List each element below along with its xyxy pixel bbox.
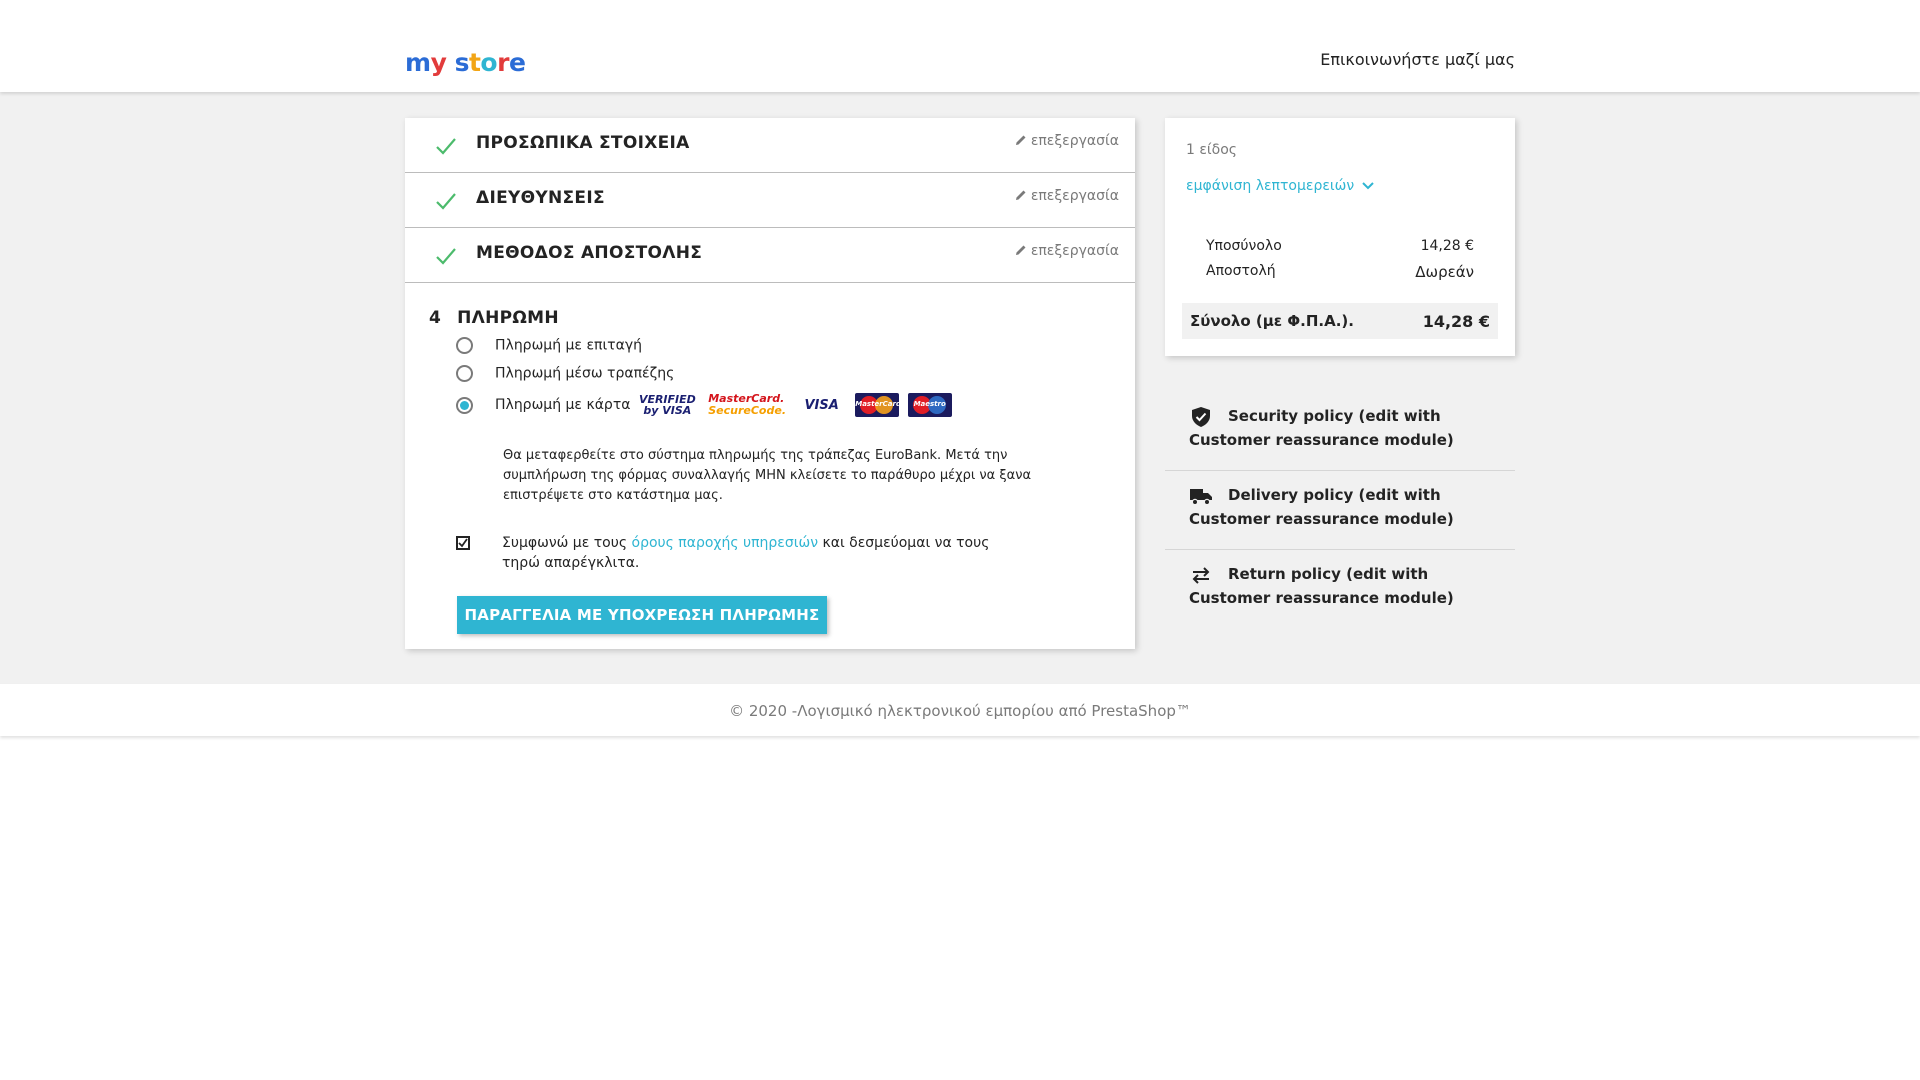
logo-text: MasterCard [855,400,900,408]
edit-label: επεξεργασία [1030,133,1119,149]
step-title: ΜΕΘΟΔΟΣ ΑΠΟΣΤΟΛΗΣ [476,243,703,263]
terms-text: Συμφωνώ με τους όρους παροχής υπηρεσιών … [502,533,1022,573]
payment-option-label: Πληρωμή με επιταγή [495,337,642,354]
mastercard-logo: MasterCard [855,393,900,417]
logo-text: Maestro [913,400,946,408]
terms-of-service-link[interactable]: όρους παροχής υπηρεσιών [632,535,819,551]
logo-letter: y [430,48,447,77]
chevron-down-icon [1362,182,1374,190]
payment-description: Θα μεταφερθείτε στο σύστημα πληρωμής της… [503,448,1032,503]
step-title: ΠΛΗΡΩΜΗ [457,308,559,328]
terms-text-before: Συμφωνώ με τους [502,535,632,551]
maestro-logo: Maestro [907,393,952,417]
step-number: 4 [429,308,442,328]
step-addresses[interactable]: ΔΙΕΥΘΥΝΣΕΙΣ επεξεργασία [405,173,1135,228]
reassurance-text: Delivery policy (edit with Customer reas… [1189,486,1454,528]
store-logo[interactable]: my store [405,48,526,78]
subtotal-value: 14,28 € [1420,238,1474,254]
show-details-label: εμφάνιση λεπτομερειών [1186,178,1355,194]
radio-button-selected[interactable] [456,396,473,414]
logo-letter: t [468,48,481,77]
payment-step-title: 4 ΠΛΗΡΩΜΗ [429,308,559,328]
place-order-button[interactable]: ΠΑΡΑΓΓΕΛΙΑ ΜΕ ΥΠΟΧΡΕΩΣΗ ΠΛΗΡΩΜΗΣ [457,596,827,634]
step-personal-info[interactable]: ΠΡΟΣΩΠΙΚΑ ΣΤΟΙΧΕΙΑ επεξεργασία [405,118,1135,173]
terms-checkbox[interactable] [456,536,470,550]
shipping-line: Αποστολή Δωρεάν [1206,263,1474,281]
payment-option-check[interactable]: Πληρωμή με επιταγή [456,337,642,354]
logo-letter: r [497,48,509,77]
reassurance-item: Return policy (edit with Customer reassu… [1165,550,1515,628]
radio-button[interactable] [456,365,473,382]
step-title: ΠΡΟΣΩΠΙΚΑ ΣΤΟΙΧΕΙΑ [476,133,690,153]
check-icon [436,138,456,155]
edit-link[interactable]: επεξεργασία [1015,133,1119,149]
pencil-icon [1015,245,1026,255]
pencil-icon [1015,190,1026,200]
shipping-value: Δωρεάν [1415,263,1474,281]
checkout-steps: ΠΡΟΣΩΠΙΚΑ ΣΤΟΙΧΕΙΑ επεξεργασία ΔΙΕΥΘΥΝΣΕ… [405,118,1135,649]
card-logos: VERIFIED by VISA MasterCard. SecureCode. V… [639,393,956,417]
step-title: ΔΙΕΥΘΥΝΣΕΙΣ [476,188,605,208]
edit-label: επεξεργασία [1030,243,1119,259]
reassurance-text: Return policy (edit with Customer reassu… [1189,565,1454,607]
total-value: 14,28 € [1422,312,1490,331]
logo-letter: o [480,48,498,77]
step-shipping-method[interactable]: ΜΕΘΟΔΟΣ ΑΠΟΣΤΟΛΗΣ επεξεργασία [405,228,1135,283]
reassurance-item: Security policy (edit with Customer reas… [1165,392,1515,471]
edit-link[interactable]: επεξεργασία [1015,243,1119,259]
logo-letter [446,48,454,77]
logo-letter: m [405,48,431,77]
payment-option-label: Πληρωμή μέσω τραπέζης [495,365,675,382]
subtotal-line: Υποσύνολο 14,28 € [1206,238,1474,254]
edit-label: επεξεργασία [1030,188,1119,204]
logo-letter: s [454,48,470,77]
radio-button[interactable] [456,337,473,354]
reassurance-text: Security policy (edit with Customer reas… [1189,407,1454,449]
edit-link[interactable]: επεξεργασία [1015,188,1119,204]
shipping-label: Αποστολή [1206,263,1276,279]
site-header: my store Επικοινωνήστε μαζί μας [0,0,1920,92]
items-count: 1 είδος [1186,142,1238,158]
verified-by-visa-logo: VERIFIED by VISA [639,394,696,416]
logo-text: SecureCode. [708,404,786,417]
subtotal-label: Υποσύνολο [1206,238,1282,254]
reassurance-block: Security policy (edit with Customer reas… [1165,392,1515,628]
payment-option-label: Πληρωμή με κάρτα [495,397,631,413]
checkmark-icon [458,538,468,548]
reassurance-item: Delivery policy (edit with Customer reas… [1165,471,1515,550]
total-line: Σύνολο (με Φ.Π.Α.). 14,28 € [1182,303,1498,339]
mastercard-securecode-logo: MasterCard. SecureCode. [708,393,786,417]
copyright-text: © 2020 -Λογισμικό ηλεκτρονικού εμπορίου … [729,702,1191,720]
cart-summary: 1 είδος εμφάνιση λεπτομερειών Υποσύνολο … [1165,118,1515,356]
contact-us-link[interactable]: Επικοινωνήστε μαζί μας [1320,50,1515,69]
total-label: Σύνολο (με Φ.Π.Α.). [1190,312,1354,330]
check-icon [436,248,456,265]
pencil-icon [1015,135,1026,145]
show-details-link[interactable]: εμφάνιση λεπτομερειών [1186,178,1374,194]
payment-option-bank-wire[interactable]: Πληρωμή μέσω τραπέζης [456,365,674,382]
payment-option-card[interactable]: Πληρωμή με κάρτα VERIFIED by VISA MasterC… [456,393,956,417]
logo-letter: e [508,48,526,77]
logo-text: by VISA [643,404,692,417]
check-icon [436,193,456,210]
site-footer: © 2020 -Λογισμικό ηλεκτρονικού εμπορίου … [0,684,1920,736]
visa-logo: VISA [804,397,839,413]
